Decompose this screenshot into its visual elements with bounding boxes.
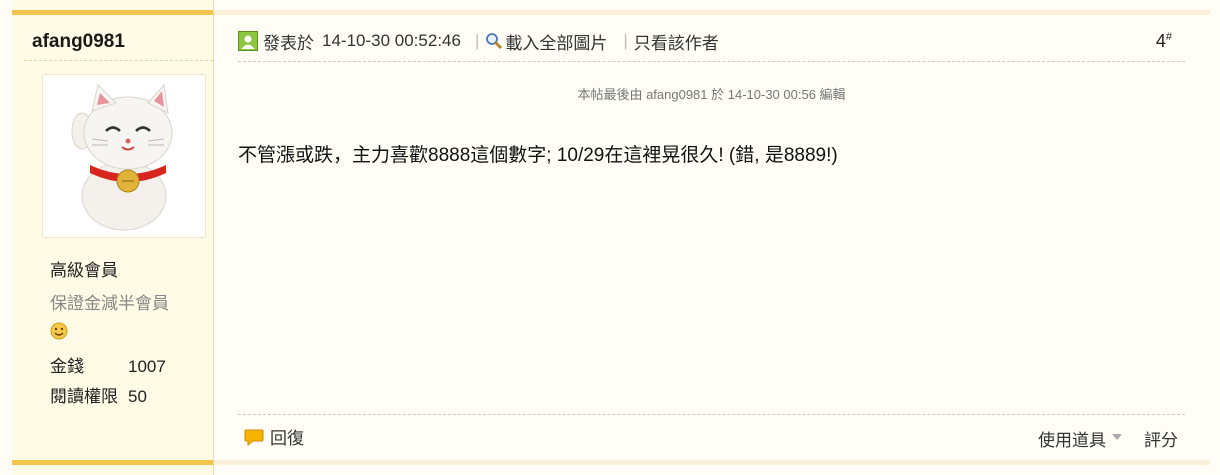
author-username[interactable]: afang0981 <box>32 31 125 53</box>
post-area: 發表於 14-10-30 00:52:46 | 載入全部圖片 | 只看該作者 4… <box>214 0 1210 475</box>
rate-button[interactable]: 評分 <box>1144 426 1178 451</box>
use-tool-menu[interactable]: 使用道具 <box>1038 426 1106 451</box>
user-subrank: 保證金減半會員 <box>50 294 169 313</box>
magnifier-icon <box>486 33 503 50</box>
post-content: 不管漲或跌，主力喜歡8888這個數字; 10/29在這裡晃很久! (錯, 是88… <box>238 145 838 166</box>
divider <box>238 414 1185 415</box>
smiley-icon <box>50 322 68 340</box>
reply-label: 回復 <box>270 429 304 448</box>
sidebar-top-bar <box>12 10 213 15</box>
stat-read-permission: 閱讀權限 50 <box>50 382 147 407</box>
post-bottom-bar <box>214 460 1210 465</box>
user-rank: 高級會員 <box>50 261 118 280</box>
reply-bubble-icon <box>244 429 264 446</box>
online-user-icon <box>238 31 258 51</box>
chevron-down-icon[interactable] <box>1112 433 1122 440</box>
stat-money: 金錢 1007 <box>50 352 166 377</box>
divider <box>238 61 1185 62</box>
posted-label: 發表於 <box>263 33 314 53</box>
lucky-cat-avatar-icon <box>71 83 173 231</box>
post-meta: 發表於 14-10-30 00:52:46 | 載入全部圖片 | 只看該作者 <box>238 28 719 54</box>
load-all-images-link[interactable]: 載入全部圖片 <box>505 29 607 54</box>
floor-mark: # <box>1165 31 1172 43</box>
author-sidebar: afang0981 高級會員 保證金減半會員 金錢 1007 閱讀權限 50 <box>12 0 214 475</box>
divider <box>24 60 213 61</box>
stat-value: 50 <box>128 387 147 406</box>
floor-number-value: 4 <box>1155 31 1166 51</box>
avatar[interactable] <box>42 74 206 238</box>
posted-time: 14-10-30 00:52:46 <box>322 31 461 50</box>
only-author-link[interactable]: 只看該作者 <box>634 29 719 54</box>
post-actions: 使用道具 評分 <box>1038 426 1178 451</box>
reply-button[interactable]: 回復 <box>244 424 304 449</box>
stat-value: 1007 <box>128 357 166 376</box>
edited-note: 本帖最後由 afang0981 於 14-10-30 00:56 編輯 <box>577 87 846 102</box>
divider: | <box>474 31 480 50</box>
sidebar-bottom-bar <box>12 460 213 465</box>
floor-number[interactable]: 4# <box>1156 31 1172 52</box>
stat-key: 閱讀權限 <box>50 387 118 406</box>
divider: | <box>623 31 628 50</box>
stat-key: 金錢 <box>50 357 84 376</box>
post-top-bar <box>214 10 1210 15</box>
